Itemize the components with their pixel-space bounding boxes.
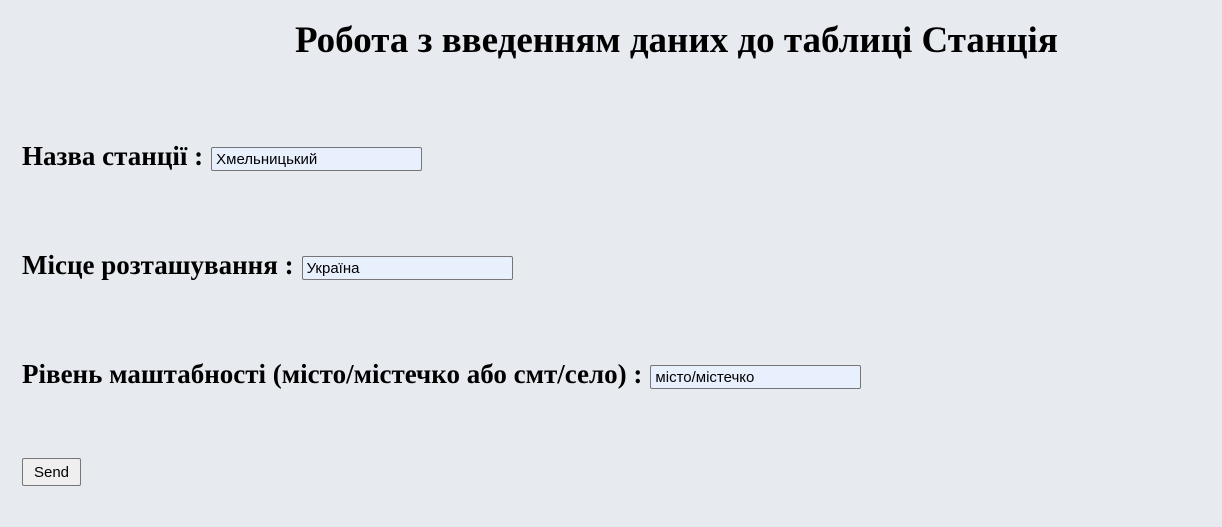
send-button[interactable]: Send — [22, 458, 81, 486]
scale-level-row: Рівень маштабності (місто/містечко або с… — [22, 358, 862, 390]
location-label: Місце розташування : — [22, 250, 294, 280]
station-name-label: Назва станції : — [22, 141, 204, 171]
station-name-input[interactable] — [211, 147, 423, 171]
scale-level-label: Рівень маштабності (місто/містечко або с… — [22, 359, 643, 389]
page-title: Робота з введенням даних до таблиці Стан… — [295, 20, 1058, 61]
location-row: Місце розташування : — [22, 249, 513, 281]
scale-level-input[interactable] — [650, 365, 862, 389]
location-input[interactable] — [301, 256, 513, 280]
station-name-row: Назва станції : — [22, 140, 423, 172]
